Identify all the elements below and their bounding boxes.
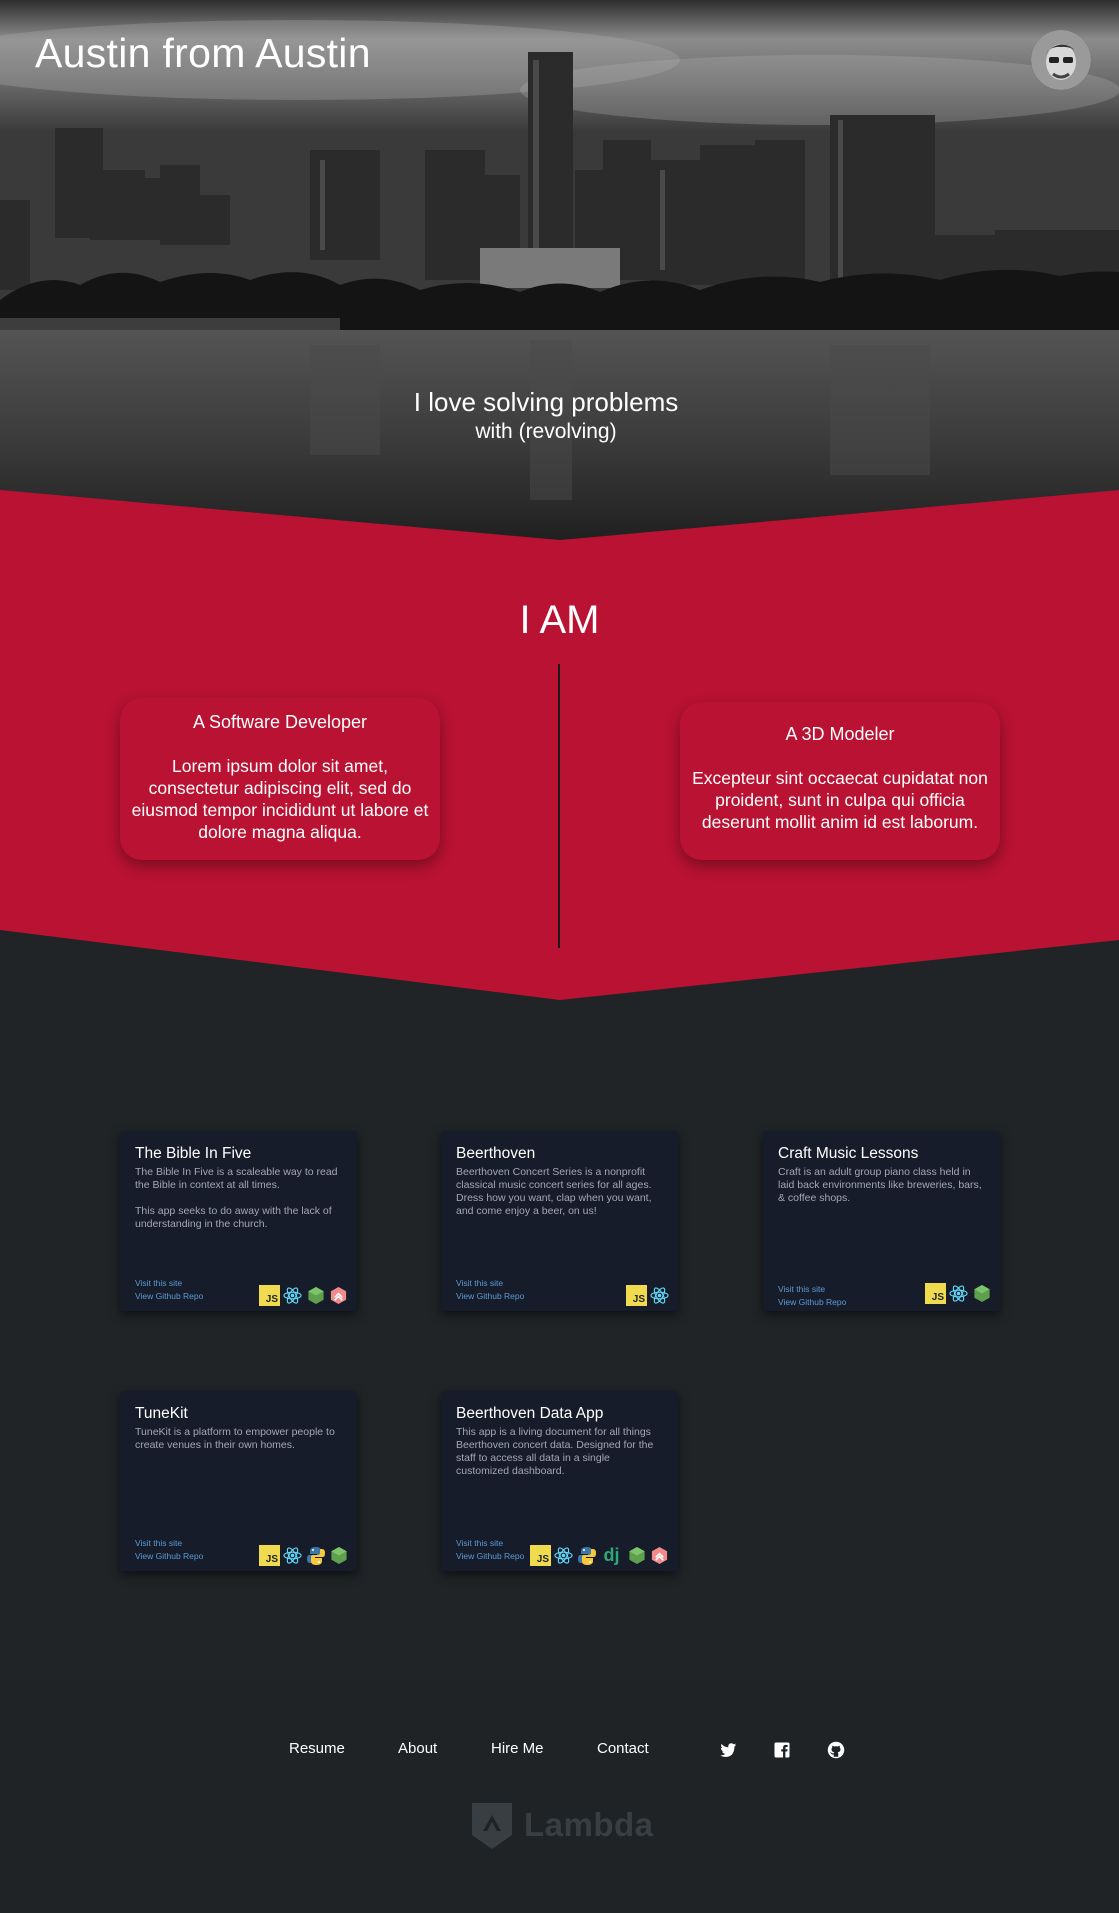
footer-link-about[interactable]: About <box>398 1740 437 1757</box>
github-repo-link[interactable]: View Github Repo <box>778 1296 846 1309</box>
role-description: Excepteur sint occaecat cupidatat non pr… <box>692 768 988 832</box>
visit-site-link[interactable]: Visit this site <box>135 1277 203 1290</box>
footer-link-hire-me[interactable]: Hire Me <box>491 1740 544 1757</box>
js-icon: JS <box>925 1283 946 1304</box>
profile-avatar[interactable] <box>1031 30 1091 90</box>
project-title: Craft Music Lessons <box>778 1145 919 1162</box>
github-repo-link[interactable]: View Github Repo <box>456 1290 524 1303</box>
role-card-software-developer: A Software Developer Lorem ipsum dolor s… <box>120 698 440 860</box>
project-card-beerthoven: Beerthoven Beerthoven Concert Series is … <box>441 1131 678 1311</box>
js-icon: JS <box>626 1285 647 1306</box>
github-repo-link[interactable]: View Github Repo <box>135 1550 203 1563</box>
tech-stack-icons: JS <box>626 1285 670 1306</box>
project-title: Beerthoven Data App <box>456 1405 604 1422</box>
js-icon: JS <box>259 1545 280 1566</box>
role-card-3d-modeler: A 3D Modeler Excepteur sint occaecat cup… <box>680 702 1000 860</box>
footer-link-contact[interactable]: Contact <box>597 1740 649 1757</box>
react-icon <box>553 1545 574 1566</box>
react-icon <box>282 1285 303 1306</box>
django-icon: dj <box>603 1545 620 1565</box>
project-card-beerthoven-data-app: Beerthoven Data App This app is a living… <box>441 1391 678 1571</box>
visit-site-link[interactable]: Visit this site <box>456 1537 524 1550</box>
project-title: TuneKit <box>135 1405 188 1422</box>
tech-stack-icons: JS <box>259 1285 349 1306</box>
tech-stack-icons: JS <box>259 1545 349 1566</box>
react-icon <box>948 1283 969 1304</box>
avatar-portrait-image <box>1031 30 1091 90</box>
lambda-wordmark: Lambda <box>524 1806 654 1843</box>
js-icon: JS <box>530 1545 551 1566</box>
visit-site-link[interactable]: Visit this site <box>135 1537 203 1550</box>
python-icon <box>576 1545 597 1566</box>
github-icon[interactable] <box>827 1741 845 1759</box>
about-divider <box>558 664 560 948</box>
project-description: TuneKit is a platform to empower people … <box>135 1426 335 1451</box>
footer-link-resume[interactable]: Resume <box>289 1740 345 1757</box>
github-repo-link[interactable]: View Github Repo <box>135 1290 203 1303</box>
role-title: A 3D Modeler <box>785 724 895 744</box>
project-description: The Bible In Five is a scaleable way to … <box>135 1166 338 1230</box>
footer-nav: Resume About Hire Me Contact <box>0 1740 1119 1760</box>
react-icon <box>282 1545 303 1566</box>
footer <box>0 1680 1119 1913</box>
node-icon <box>971 1283 992 1304</box>
hero-subtagline: with (revolving) <box>475 420 617 443</box>
redux-saga-icon <box>328 1285 349 1306</box>
project-card-tunekit: TuneKit TuneKit is a platform to empower… <box>120 1391 357 1571</box>
visit-site-link[interactable]: Visit this site <box>778 1283 846 1296</box>
project-description: Craft is an adult group piano class held… <box>778 1166 982 1204</box>
js-icon: JS <box>259 1285 280 1306</box>
project-description: This app is a living document for all th… <box>456 1426 654 1477</box>
site-title[interactable]: Austin from Austin <box>35 30 371 77</box>
hero-tagline: I love solving problems <box>413 387 679 417</box>
node-icon <box>328 1545 349 1566</box>
redux-saga-icon <box>649 1545 670 1566</box>
visit-site-link[interactable]: Visit this site <box>456 1277 524 1290</box>
role-description: Lorem ipsum dolor sit amet, consectetur … <box>131 756 429 842</box>
about-heading: I AM <box>519 598 600 642</box>
facebook-icon[interactable] <box>773 1741 791 1759</box>
role-title: A Software Developer <box>192 712 368 732</box>
node-icon <box>626 1545 647 1566</box>
project-title: Beerthoven <box>456 1145 536 1162</box>
project-card-craft-music-lessons: Craft Music Lessons Craft is an adult gr… <box>763 1131 1000 1311</box>
austin-skyline-image <box>0 0 1119 545</box>
react-icon <box>649 1285 670 1306</box>
project-title: The Bible In Five <box>135 1145 252 1162</box>
project-card-bible-in-five: The Bible In Five The Bible In Five is a… <box>120 1131 357 1311</box>
node-icon <box>305 1285 326 1306</box>
lambda-logo: Lambda <box>470 1798 654 1852</box>
python-icon <box>305 1545 326 1566</box>
lambda-shield-icon <box>472 1803 512 1849</box>
hero-banner: Austin from Austin I love solving proble… <box>0 0 1119 545</box>
github-repo-link[interactable]: View Github Repo <box>456 1550 524 1563</box>
tech-stack-icons: JS dj <box>530 1545 670 1566</box>
twitter-icon[interactable] <box>719 1741 737 1759</box>
tech-stack-icons: JS <box>925 1283 992 1304</box>
project-description: Beerthoven Concert Series is a nonprofit… <box>456 1166 652 1217</box>
